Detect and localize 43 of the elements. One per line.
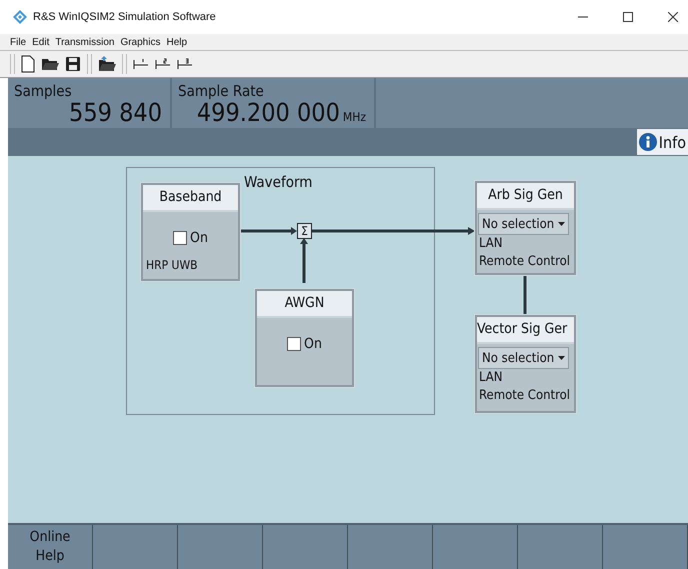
dropdown[interactable]: No selection [478, 347, 569, 369]
checkbox[interactable]: On [173, 230, 208, 246]
dropdown[interactable]: No selection [478, 213, 569, 235]
frame-title: Waveform [244, 173, 312, 191]
close-icon[interactable] [668, 12, 678, 22]
caret-icon [558, 356, 565, 360]
status-label: Sample Rate [178, 82, 265, 100]
connector-arrow [300, 238, 308, 283]
connection-label: LAN [478, 235, 503, 253]
status-label: Samples [14, 82, 73, 100]
block-title[interactable]: Vector Sig Ger [477, 317, 574, 344]
menu-item[interactable]: File [10, 36, 26, 48]
menu-item[interactable]: Help [166, 36, 188, 48]
new-file-icon[interactable] [21, 55, 35, 73]
save-icon[interactable] [65, 56, 81, 72]
connection-label: Remote Control [478, 253, 570, 271]
connector-arrow [239, 227, 297, 235]
open-folder-icon[interactable] [41, 57, 59, 71]
menu-item[interactable]: Edit [32, 36, 50, 48]
unit-label: MHz [342, 110, 366, 124]
window-title: R&S WinIQSIM2 Simulation Software [33, 11, 216, 23]
connector-line [524, 273, 526, 314]
marker-three-icon[interactable] [177, 58, 193, 70]
menu-item[interactable]: Graphics [120, 36, 160, 48]
marker-two-icon[interactable] [155, 58, 171, 70]
block-title[interactable]: AWGN [257, 291, 352, 318]
block-title[interactable]: Arb Sig Gen [477, 183, 574, 210]
block-title[interactable]: Baseband [143, 185, 238, 212]
marker-one-icon[interactable] [133, 58, 149, 70]
sum-node: Σ [297, 223, 312, 239]
info-icon [638, 133, 657, 151]
maximize-icon[interactable] [623, 12, 633, 22]
caret-icon [558, 222, 565, 226]
app-logo-icon [12, 9, 28, 25]
checkbox[interactable]: On [287, 336, 322, 352]
connection-label: LAN [478, 369, 503, 387]
menu-item[interactable]: Transmission [55, 36, 114, 48]
open-folder-icon[interactable] [98, 56, 116, 72]
status-value: 499.200 000 [196, 100, 340, 126]
block-note: HRP UWB [146, 258, 198, 272]
status-value: 559 840 [69, 100, 162, 126]
info-button[interactable]: Info [636, 129, 688, 155]
connection-label: Remote Control [478, 387, 570, 405]
